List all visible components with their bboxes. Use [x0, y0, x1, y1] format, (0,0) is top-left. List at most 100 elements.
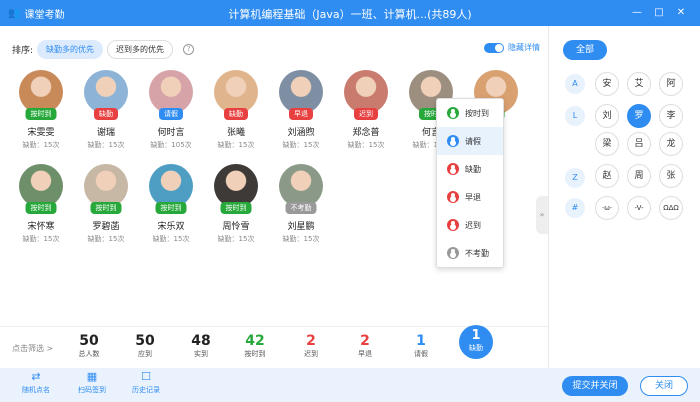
maximize-icon[interactable]: □ — [652, 6, 666, 20]
close-button[interactable]: 关闭 — [640, 376, 688, 396]
stat-item[interactable]: 50 应到 — [120, 333, 170, 359]
student-card[interactable]: 按时到 宋怀寒 缺勤：15次 — [8, 164, 74, 254]
stat-absent-active[interactable]: 1 缺勤 — [459, 325, 493, 359]
surname-button[interactable]: 李 — [659, 104, 683, 128]
stat-label: 按时到 — [244, 350, 266, 358]
index-letter[interactable]: L — [565, 106, 585, 126]
surname-button[interactable]: 赵 — [595, 164, 619, 188]
toggle-switch[interactable] — [484, 42, 504, 53]
surname-button[interactable]: 安 — [595, 72, 619, 96]
index-letter[interactable]: A — [565, 74, 585, 94]
person-icon — [447, 107, 459, 119]
stat-item[interactable]: 2 迟到 — [286, 333, 336, 359]
minimize-icon[interactable]: — — [630, 6, 644, 20]
scan-signin-label: 扫码签到 — [78, 386, 106, 394]
surname-button[interactable]: 阿 — [659, 72, 683, 96]
status-badge[interactable]: 请假 — [159, 108, 183, 120]
menu-item-label: 早退 — [465, 192, 481, 202]
student-card[interactable]: 不考勤刘星鹏缺勤：15次 — [268, 164, 334, 254]
student-card[interactable]: 请假何时言缺勤：105次 — [138, 70, 204, 160]
student-name: 何时言 — [157, 128, 185, 138]
absence-count: 缺勤：15次 — [217, 141, 255, 149]
person-icon — [447, 247, 459, 259]
student-card[interactable]: 早退刘涵煦缺勤：15次 — [268, 70, 334, 160]
sort-late-button[interactable]: 迟到多的优先 — [107, 40, 174, 59]
random-call-label: 随机点名 — [22, 386, 50, 394]
menu-item[interactable]: 早退 — [437, 183, 503, 211]
submit-close-button[interactable]: 提交并关闭 — [562, 376, 628, 396]
stat-label: 迟到 — [304, 350, 318, 358]
sort-absence-button[interactable]: 缺勤多的优先 — [37, 40, 104, 59]
student-card[interactable]: 按时到 宋雯雯 缺勤：15次 — [8, 70, 74, 160]
stat-item[interactable]: 2 早退 — [340, 333, 390, 359]
menu-item[interactable]: 按时到 — [437, 99, 503, 127]
stat-number: 2 — [306, 333, 316, 349]
surname-button[interactable]: 龙 — [659, 132, 683, 156]
menu-item[interactable]: 缺勤 — [437, 155, 503, 183]
surname-button[interactable]: 梁 — [595, 132, 619, 156]
student-card[interactable]: 按时到 周怜雪 缺勤：15次 — [203, 164, 269, 254]
menu-item-label: 请假 — [465, 136, 481, 146]
student-card[interactable]: 缺勤 张曦 缺勤：15次 — [203, 70, 269, 160]
absence-count: 缺勤：105次 — [150, 141, 192, 149]
absence-count: 缺勤：15次 — [87, 141, 125, 149]
history-button[interactable]: ☐ 历史记录 — [124, 371, 168, 395]
person-icon — [447, 219, 459, 231]
stat-item[interactable]: 42 按时到 — [230, 333, 280, 359]
status-badge[interactable]: 不考勤 — [285, 202, 317, 214]
filter-link[interactable]: 点击筛选 > — [12, 343, 53, 354]
absence-count: 缺勤：15次 — [282, 235, 320, 243]
status-badge[interactable]: 按时到 — [25, 108, 57, 120]
stat-number: 48 — [191, 333, 211, 349]
close-icon[interactable]: ✕ — [674, 6, 688, 20]
status-badge[interactable]: 按时到 — [90, 202, 122, 214]
student-card[interactable]: 缺勤 谢瑞 缺勤：15次 — [73, 70, 139, 160]
student-card[interactable]: 按时到 宋乐双 缺勤：15次 — [138, 164, 204, 254]
student-name: 宋雯雯 — [27, 128, 55, 138]
surname-button[interactable]: 刘 — [595, 104, 619, 128]
collapse-panel-icon[interactable]: » — [536, 196, 548, 234]
status-badge[interactable]: 迟到 — [354, 108, 378, 120]
random-call-button[interactable]: ⇄ 随机点名 — [14, 371, 58, 395]
person-icon — [447, 163, 459, 175]
person-icon — [447, 191, 459, 203]
menu-item[interactable]: 请假 — [437, 127, 503, 155]
student-name: 刘涵煦 — [287, 128, 315, 138]
student-name: 刘星鹏 — [287, 222, 315, 232]
student-name: 宋乐双 — [157, 222, 185, 232]
stat-item[interactable]: 50 总人数 — [64, 333, 114, 359]
stat-number: 1 — [416, 333, 426, 349]
scan-signin-button[interactable]: ▦ 扫码签到 — [70, 371, 114, 395]
stat-label: 总人数 — [78, 350, 100, 358]
stat-item[interactable]: 1 请假 — [396, 333, 446, 359]
student-card[interactable]: 迟到 郑念普 缺勤：15次 — [333, 70, 399, 160]
stat-number: 1 — [471, 328, 481, 343]
student-name: 罗碧菡 — [92, 222, 120, 232]
menu-item[interactable]: 不考勤 — [437, 239, 503, 267]
status-badge[interactable]: 缺勤 — [94, 108, 118, 120]
help-icon[interactable]: ? — [183, 44, 195, 55]
status-badge[interactable]: 缺勤 — [224, 108, 248, 120]
stat-item[interactable]: 48 实到 — [176, 333, 226, 359]
surname-button[interactable]: 艾 — [627, 72, 651, 96]
hide-details-toggle[interactable]: 隐藏详情 — [484, 42, 540, 53]
surname-index-panel: 全部 A L Z # 安艾阿刘罗李梁吕龙赵周张 ·ω· -V- ΩΔΩ — [548, 26, 700, 368]
surname-button[interactable]: ·ω· — [595, 196, 619, 220]
surname-button[interactable]: 罗 — [627, 104, 651, 128]
status-badge[interactable]: 早退 — [289, 108, 313, 120]
absence-count: 缺勤：15次 — [282, 141, 320, 149]
status-badge[interactable]: 按时到 — [25, 202, 57, 214]
index-letter[interactable]: Z — [565, 168, 585, 188]
surname-button[interactable]: 周 — [627, 164, 651, 188]
all-button[interactable]: 全部 — [563, 40, 607, 60]
status-badge[interactable]: 按时到 — [220, 202, 252, 214]
index-letter[interactable]: # — [565, 198, 585, 218]
status-badge[interactable]: 按时到 — [155, 202, 187, 214]
student-card[interactable]: 按时到 罗碧菡 缺勤：15次 — [73, 164, 139, 254]
menu-item[interactable]: 迟到 — [437, 211, 503, 239]
sort-label: 排序: — [12, 46, 34, 56]
surname-button[interactable]: ΩΔΩ — [659, 196, 683, 220]
surname-button[interactable]: 吕 — [627, 132, 651, 156]
surname-button[interactable]: -V- — [627, 196, 651, 220]
surname-button[interactable]: 张 — [659, 164, 683, 188]
